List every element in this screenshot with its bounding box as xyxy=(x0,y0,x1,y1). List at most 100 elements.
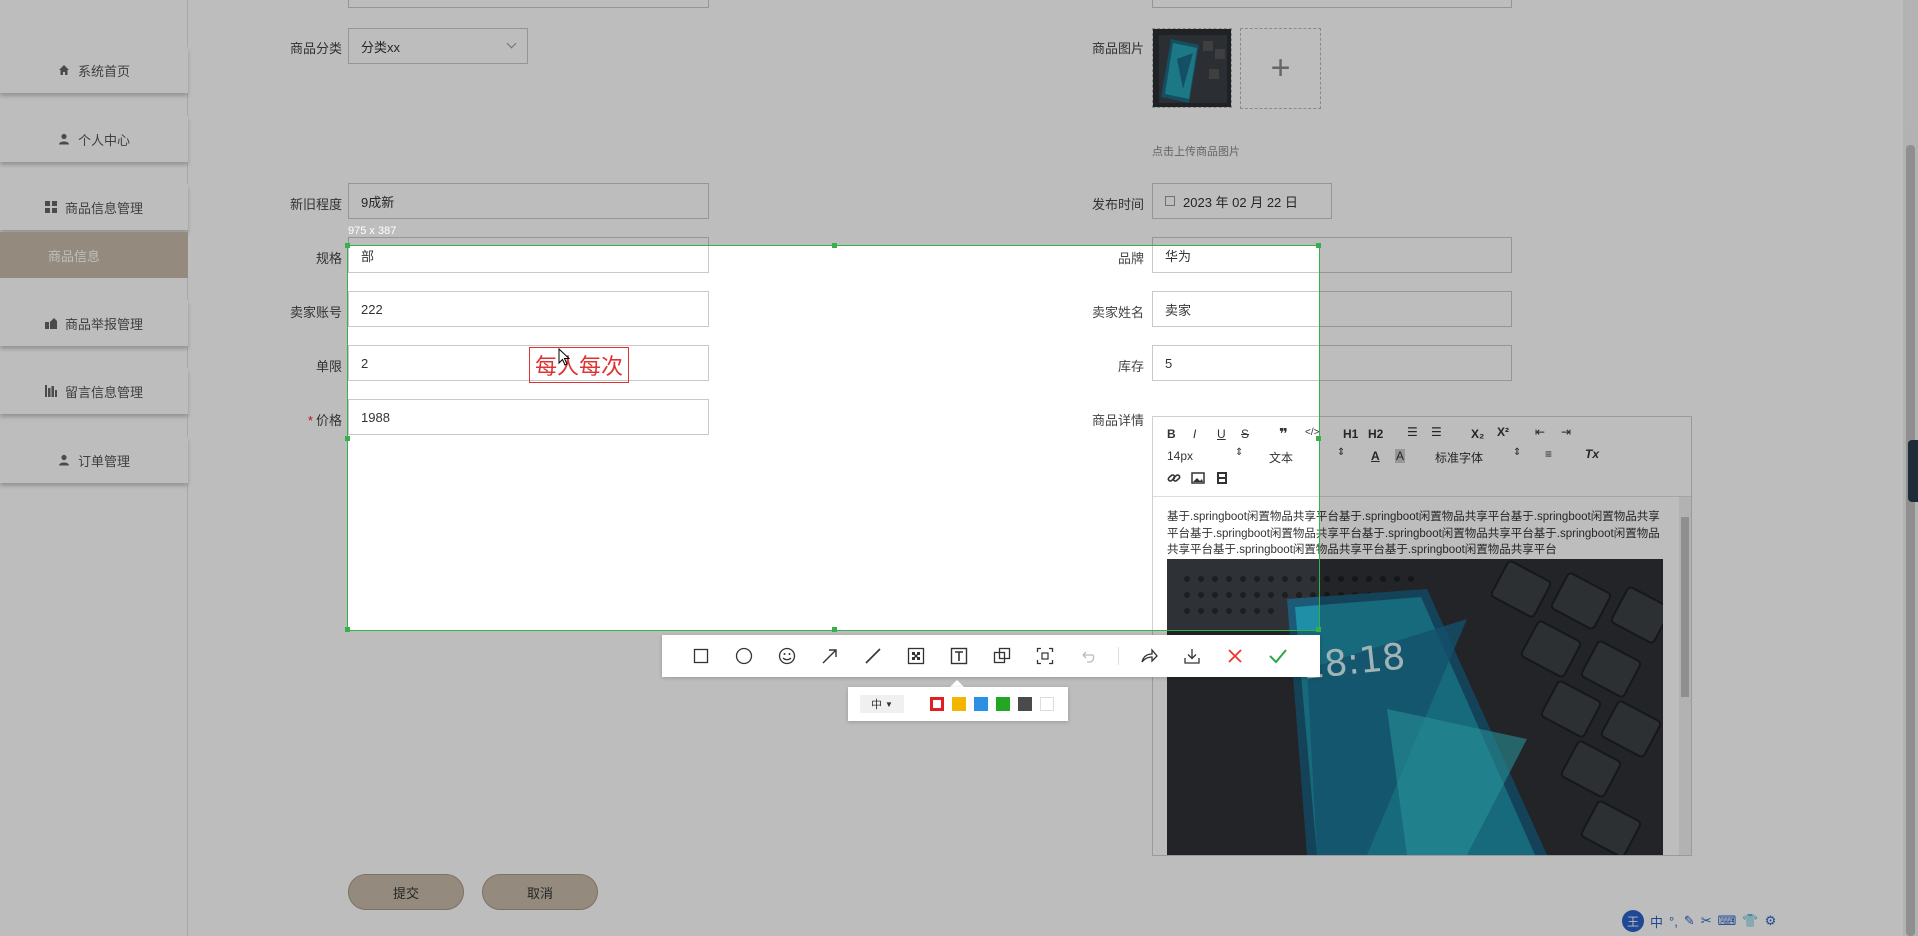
prev-field-right[interactable] xyxy=(1152,0,1512,8)
selection-size-label: 975 x 387 xyxy=(348,225,397,237)
user-icon xyxy=(58,133,70,145)
price-label: * 价格 xyxy=(272,410,342,429)
image-label: 商品图片 xyxy=(1091,41,1144,56)
sidebar-subitem-label: 商品信息 xyxy=(47,248,100,264)
resize-handle[interactable] xyxy=(1316,627,1321,632)
sidebar-item-home[interactable]: 系统首页 xyxy=(0,47,188,93)
resize-handle[interactable] xyxy=(345,436,350,441)
add-image-button[interactable]: + xyxy=(1240,28,1321,109)
updown-icon: ⇕ xyxy=(1337,447,1346,458)
sidebar-item-label: 留言信息管理 xyxy=(64,384,143,400)
close-icon[interactable] xyxy=(1225,646,1245,666)
editor-scroll-thumb[interactable] xyxy=(1681,517,1689,697)
condition-input[interactable]: 9成新 xyxy=(348,183,709,219)
resize-handle[interactable] xyxy=(832,243,837,248)
ocr-tool-icon[interactable] xyxy=(1035,646,1055,666)
undo-icon[interactable] xyxy=(1078,646,1098,666)
sidebar-item-label: 商品举报管理 xyxy=(64,316,143,332)
ime-mode[interactable]: 中 xyxy=(1650,912,1663,931)
pen-icon[interactable]: ✎ xyxy=(1684,913,1695,929)
skin-icon[interactable]: 👕 xyxy=(1742,913,1758,929)
h2-icon[interactable]: H2 xyxy=(1368,427,1383,441)
category-label: 商品分类 xyxy=(289,41,342,56)
ime-logo-icon[interactable]: 王 xyxy=(1622,910,1644,932)
publish-time-input[interactable]: 2023 年 02 月 22 日 xyxy=(1152,183,1332,219)
sidebar-item-label: 商品信息管理 xyxy=(64,200,143,216)
font-color-icon[interactable]: A xyxy=(1371,449,1380,463)
sidebar-subitem-product-info[interactable]: 商品信息 xyxy=(0,232,188,278)
scissors-icon[interactable]: ✂ xyxy=(1701,913,1712,929)
screenshot-options-panel: 中 ▼ xyxy=(848,687,1068,721)
category-select[interactable]: 分类xx xyxy=(348,28,528,64)
mosaic-tool-icon[interactable] xyxy=(906,646,926,666)
sidebar: 系统首页 个人中心 商品信息管理 商品信息 商品举报管理 留言信息管理 订单管理 xyxy=(0,0,188,936)
color-swatch-red[interactable] xyxy=(930,697,944,711)
resize-handle[interactable] xyxy=(345,627,350,632)
outdent-icon[interactable]: ⇤ xyxy=(1535,425,1545,439)
size-select[interactable]: 中 ▼ xyxy=(860,695,904,713)
color-swatch-blue[interactable] xyxy=(974,697,988,711)
subscript-icon[interactable]: X₂ xyxy=(1471,427,1484,441)
prev-field-left[interactable] xyxy=(348,0,709,8)
font-family-select[interactable]: 标准字体 xyxy=(1435,449,1483,466)
arrow-tool-icon[interactable] xyxy=(820,646,840,666)
text-tool-icon[interactable] xyxy=(949,646,969,666)
align-icon[interactable]: ≡ xyxy=(1545,447,1552,461)
emoji-tool-icon[interactable] xyxy=(777,646,797,666)
color-swatch-yellow[interactable] xyxy=(952,697,966,711)
options-caret xyxy=(950,680,964,687)
sidebar-item-label: 系统首页 xyxy=(77,63,130,79)
required-mark: * xyxy=(307,413,313,428)
ellipse-tool-icon[interactable] xyxy=(734,646,754,666)
publish-time-label: 发布时间 xyxy=(1091,197,1144,212)
page-scroll-thumb[interactable] xyxy=(1906,145,1915,936)
rectangle-tool-icon[interactable] xyxy=(691,646,711,666)
resize-handle[interactable] xyxy=(1316,243,1321,248)
mouse-cursor-icon xyxy=(558,347,571,369)
bullet-list-icon[interactable]: ☰ xyxy=(1431,425,1442,439)
condition-value: 9成新 xyxy=(361,194,395,210)
sidebar-item-message-management[interactable]: 留言信息管理 xyxy=(0,368,188,414)
punctuation-icon[interactable]: °, xyxy=(1669,914,1678,929)
text-annotation[interactable]: 每人每次 xyxy=(529,347,629,383)
sidebar-item-product-management[interactable]: 商品信息管理 xyxy=(0,184,188,230)
calendar-icon xyxy=(1165,196,1175,206)
size-select-value: 中 xyxy=(871,699,883,711)
price-label-text: 价格 xyxy=(315,413,342,428)
home-icon xyxy=(58,64,70,76)
resize-handle[interactable] xyxy=(832,627,837,632)
cancel-button[interactable]: 取消 xyxy=(482,874,598,910)
line-tool-icon[interactable] xyxy=(863,646,883,666)
seller-account-label: 卖家账号 xyxy=(289,305,342,320)
sidebar-item-profile[interactable]: 个人中心 xyxy=(0,116,188,162)
h1-icon[interactable]: H1 xyxy=(1343,427,1358,441)
color-swatch-white[interactable] xyxy=(1040,697,1054,711)
sidebar-item-label: 订单管理 xyxy=(77,453,130,469)
superscript-icon[interactable]: X² xyxy=(1497,425,1509,439)
ordered-list-icon[interactable]: ☰ xyxy=(1407,425,1418,439)
sidebar-item-order-management[interactable]: 订单管理 xyxy=(0,437,188,483)
color-swatch-dark[interactable] xyxy=(1018,697,1032,711)
keyboard-icon[interactable]: ⌨ xyxy=(1718,913,1737,929)
gear-icon[interactable]: ⚙ xyxy=(1765,913,1777,929)
submit-button[interactable]: 提交 xyxy=(348,874,464,910)
chevron-down-icon xyxy=(506,38,517,49)
background-color-icon[interactable]: A xyxy=(1395,449,1406,463)
ime-toolbar[interactable]: 王 中 °, ✎ ✂ ⌨ 👕 ⚙ xyxy=(1622,906,1792,936)
indent-icon[interactable]: ⇥ xyxy=(1561,425,1571,439)
product-thumbnail[interactable] xyxy=(1152,28,1232,108)
share-icon[interactable] xyxy=(1139,646,1159,666)
screenshot-selection[interactable] xyxy=(345,243,1321,632)
screenshot-toolbar xyxy=(662,635,1320,677)
pin-tool-icon[interactable] xyxy=(992,646,1012,666)
chart-icon xyxy=(44,385,57,397)
sidebar-item-report-management[interactable]: 商品举报管理 xyxy=(0,300,188,346)
confirm-check-icon[interactable] xyxy=(1268,646,1288,666)
resize-handle[interactable] xyxy=(345,243,350,248)
clear-format-icon[interactable]: Tx xyxy=(1585,447,1599,461)
resize-handle[interactable] xyxy=(1316,436,1321,441)
download-icon[interactable] xyxy=(1182,646,1202,666)
sidebar-item-label: 个人中心 xyxy=(77,132,130,148)
color-swatch-green[interactable] xyxy=(996,697,1010,711)
side-floating-tab[interactable] xyxy=(1908,440,1918,502)
